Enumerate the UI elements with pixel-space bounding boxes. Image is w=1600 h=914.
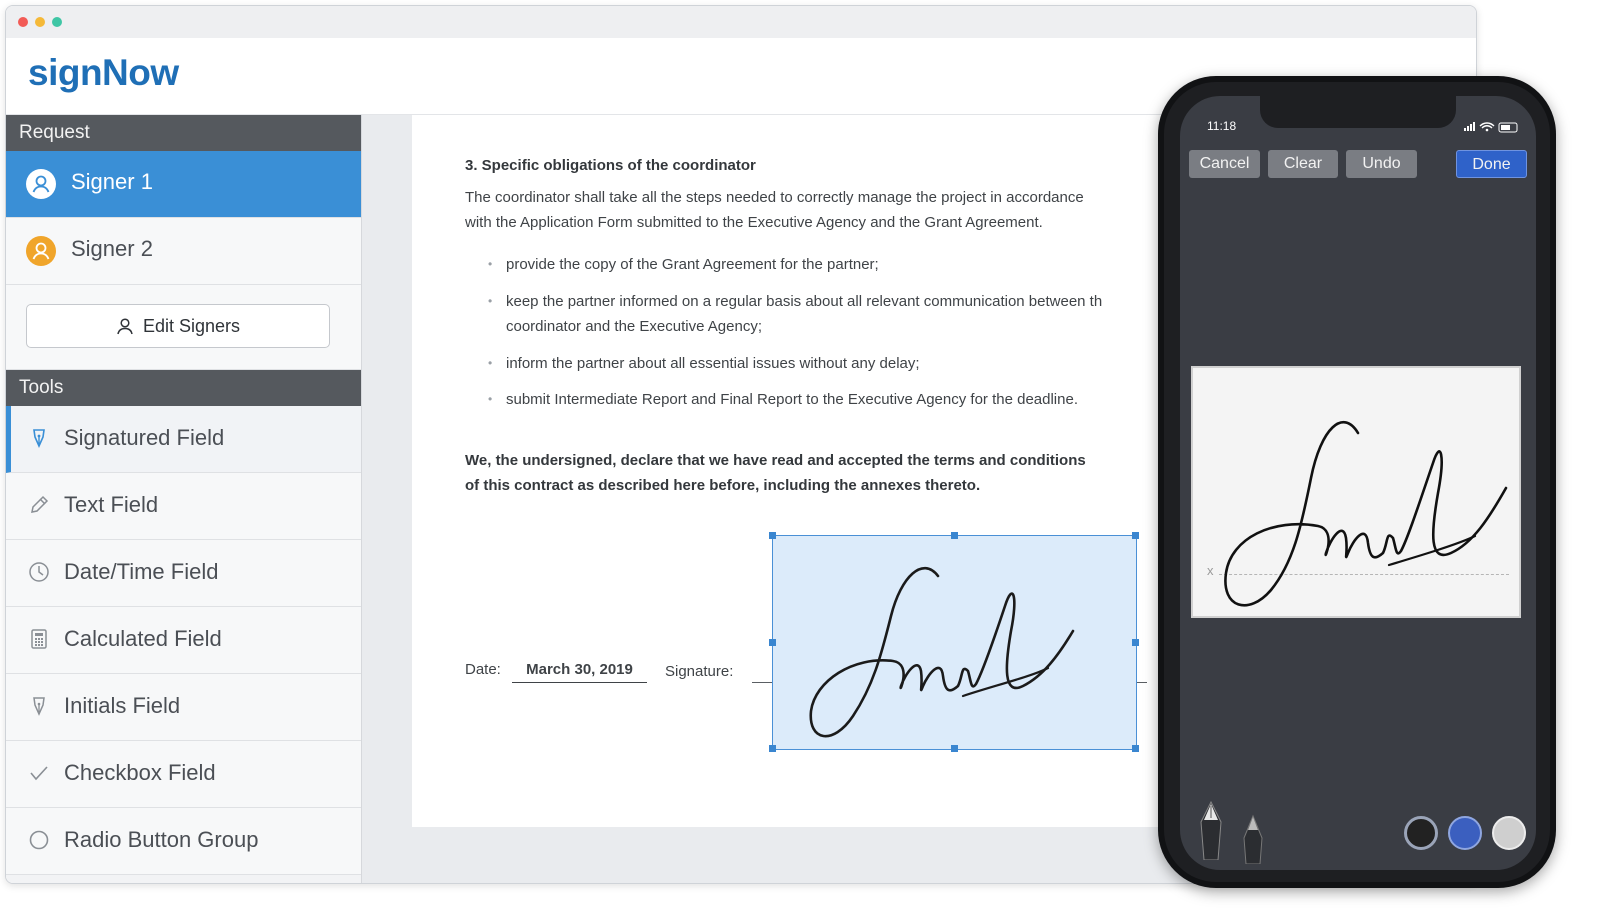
resize-handle[interactable]	[1132, 532, 1139, 539]
bullet-item: keep the partner informed on a regular b…	[488, 289, 1102, 314]
bullet-item: inform the partner about all essential i…	[488, 351, 920, 376]
signer-1-item[interactable]: Signer 1	[6, 151, 361, 218]
zoom-window-button[interactable]	[52, 17, 62, 27]
date-label: Date:	[465, 661, 501, 678]
resize-handle[interactable]	[1132, 639, 1139, 646]
tool-label: Calculated Field	[64, 626, 222, 651]
marker-pen-tool[interactable]	[1238, 814, 1268, 869]
signer-2-item[interactable]: Signer 2	[6, 218, 361, 285]
phone-notch	[1260, 96, 1456, 128]
signature-pad[interactable]: x	[1191, 366, 1521, 618]
bullet-item: provide the copy of the Grant Agreement …	[488, 252, 879, 277]
resize-handle[interactable]	[769, 532, 776, 539]
pen-nib-icon	[28, 695, 50, 717]
tool-label: Initials Field	[64, 693, 181, 718]
radio-circle-icon	[28, 829, 50, 851]
tool-radio-button-group[interactable]: Radio Button Group	[6, 808, 361, 875]
tool-label: Signatured Field	[64, 425, 225, 450]
signer-label: Signer 2	[71, 236, 153, 261]
tool-signature-field[interactable]: Signatured Field	[6, 406, 361, 473]
signnow-logo[interactable]: signNow	[28, 52, 179, 94]
phone-screen: 11:18 Cancel Clear Undo Done x	[1180, 96, 1536, 870]
ink-color-blue[interactable]	[1448, 816, 1482, 850]
tool-calculated-field[interactable]: Calculated Field	[6, 607, 361, 674]
section-heading: 3. Specific obligations of the coordinat…	[465, 157, 756, 174]
clock-icon	[28, 561, 50, 583]
checkmark-icon	[28, 762, 50, 784]
signer-label: Signer 1	[71, 169, 153, 194]
calculator-icon	[28, 628, 50, 650]
tool-text-field[interactable]: Text Field	[6, 473, 361, 540]
resize-handle[interactable]	[769, 745, 776, 752]
resize-handle[interactable]	[769, 639, 776, 646]
document-page: 3. Specific obligations of the coordinat…	[412, 115, 1212, 827]
fountain-pen-tool[interactable]	[1196, 800, 1226, 865]
pen-nib-icon	[28, 427, 50, 449]
mobile-phone: 11:18 Cancel Clear Undo Done x	[1158, 76, 1556, 888]
status-time: 11:18	[1207, 119, 1237, 133]
request-section-header: Request	[6, 115, 361, 151]
tools-section-header: Tools	[6, 370, 361, 406]
tool-label: Text Field	[64, 492, 159, 517]
ink-color-black[interactable]	[1404, 816, 1438, 850]
tool-label: Radio Button Group	[64, 827, 259, 852]
tool-checkbox-field[interactable]: Checkbox Field	[6, 741, 361, 808]
signature-label: Signature:	[665, 663, 734, 680]
person-icon	[117, 318, 133, 335]
bullet-item: submit Intermediate Report and Final Rep…	[488, 387, 1078, 412]
edit-signers-area: Edit Signers	[6, 285, 361, 370]
declaration-line: of this contract as described here befor…	[465, 477, 981, 494]
user-avatar-icon	[26, 236, 56, 266]
marker-icon	[1243, 814, 1263, 865]
bullet-continuation: coordinator and the Executive Agency;	[506, 318, 762, 335]
signature-field-box[interactable]	[769, 532, 1139, 752]
user-avatar-icon	[26, 169, 56, 199]
minimize-window-button[interactable]	[35, 17, 45, 27]
paragraph-line: The coordinator shall take all the steps…	[465, 189, 1084, 206]
ink-color-gray[interactable]	[1492, 816, 1526, 850]
signal-wifi-battery-icon	[1464, 122, 1518, 133]
date-value[interactable]: March 30, 2019	[512, 661, 647, 683]
cancel-button[interactable]: Cancel	[1189, 150, 1260, 178]
resize-handle[interactable]	[1132, 745, 1139, 752]
edit-signers-label: Edit Signers	[142, 315, 241, 336]
tool-initials-field[interactable]: Initials Field	[6, 674, 361, 741]
done-button[interactable]: Done	[1456, 150, 1527, 178]
status-icons	[1464, 120, 1524, 138]
edit-signers-button[interactable]: Edit Signers	[26, 304, 330, 348]
declaration-line: We, the undersigned, declare that we hav…	[465, 452, 1086, 469]
fountain-pen-icon	[1200, 800, 1222, 861]
resize-handle[interactable]	[951, 745, 958, 752]
paragraph-line: with the Application Form submitted to t…	[465, 214, 1043, 231]
clear-button[interactable]: Clear	[1268, 150, 1338, 178]
close-window-button[interactable]	[18, 17, 28, 27]
tool-date-time-field[interactable]: Date/Time Field	[6, 540, 361, 607]
undo-button[interactable]: Undo	[1346, 150, 1417, 178]
tool-label: Checkbox Field	[64, 760, 216, 785]
sidebar: Request Signer 1 Signer 2 Edit Signers T…	[6, 115, 362, 883]
pencil-icon	[28, 494, 50, 516]
handwritten-signature	[1224, 420, 1508, 607]
resize-handle[interactable]	[951, 532, 958, 539]
window-titlebar	[6, 6, 1476, 38]
tool-label: Date/Time Field	[64, 559, 219, 584]
handwritten-signature	[809, 566, 1075, 738]
